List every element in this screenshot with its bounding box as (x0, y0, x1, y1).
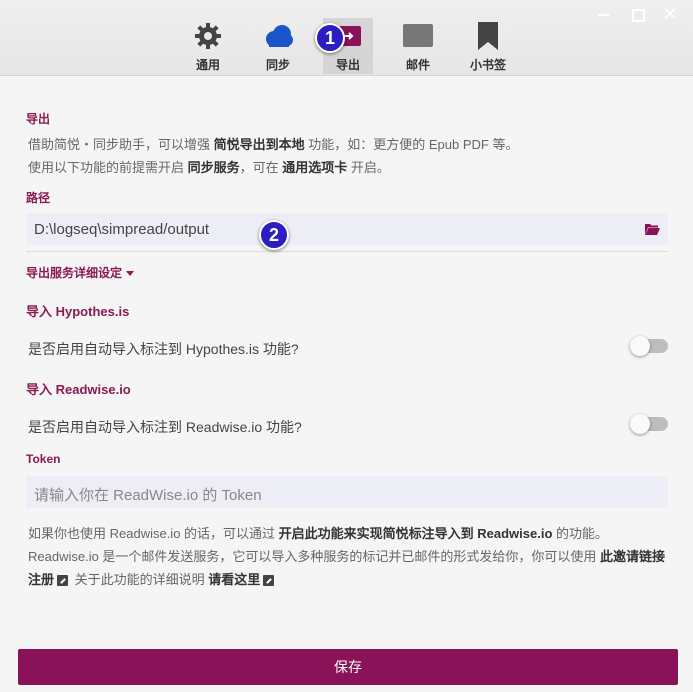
token-placeholder: 请输入你在 ReadWise.io 的 Token (34, 487, 262, 504)
tab-label: 通用 (195, 58, 220, 72)
caret-down-icon (126, 271, 135, 277)
token-label: Token (26, 452, 61, 466)
step-badge: 1 (315, 23, 345, 53)
readwise-info: 如果你也使用 Readwise.io 的话，可以通过 开启此功能来实现简悦标注导… (28, 526, 666, 587)
step-badge: 2 (259, 220, 289, 250)
tab-label: 导出 (335, 58, 360, 72)
tab-label: 邮件 (405, 58, 430, 72)
bookmark-icon (478, 22, 498, 50)
path-label: 路径 (26, 191, 51, 205)
hypothesis-question: 是否启用自动导入标注到 Hypothes.is 功能? (28, 341, 299, 357)
details-link[interactable]: 请看这里 (208, 572, 260, 587)
divider (26, 251, 668, 252)
maximize-button[interactable] (628, 6, 648, 22)
save-button[interactable]: 保存 (18, 649, 678, 685)
tab-mail[interactable]: 邮件 (393, 18, 443, 74)
path-value: D:\logseq\simpread/output (34, 221, 210, 238)
mail-icon (403, 24, 433, 47)
toolbar: ✕ 通用 同步 导出 邮件 小书签 (0, 0, 693, 76)
tab-general[interactable]: 通用 (183, 18, 233, 74)
tab-label: 同步 (265, 58, 290, 72)
external-link-icon (57, 575, 69, 587)
hypothesis-toggle[interactable] (630, 336, 668, 356)
toggle-knob (630, 414, 650, 434)
readwise-section-title: 导入 Readwise.io (26, 382, 131, 397)
readwise-question: 是否启用自动导入标注到 Readwise.io 功能? (28, 419, 302, 435)
export-description: 借助简悦・同步助手，可以增强 简悦导出到本地 功能，如：更方便的 Epub PD… (28, 137, 519, 152)
toggle-knob (630, 336, 650, 356)
tab-bookmark[interactable]: 小书签 (463, 18, 513, 74)
external-link-icon (263, 575, 275, 587)
close-button[interactable]: ✕ (660, 5, 680, 23)
export-requirement: 使用以下功能的前提需开启 同步服务，可在 通用选项卡 开启。 (28, 160, 390, 175)
cloud-icon (266, 25, 293, 47)
minimize-button[interactable] (594, 6, 614, 22)
tab-sync[interactable]: 同步 (253, 18, 303, 74)
tab-label: 小书签 (469, 58, 506, 72)
folder-open-icon[interactable] (645, 223, 660, 235)
token-input[interactable]: 请输入你在 ReadWise.io 的 Token (26, 476, 668, 508)
gear-icon (195, 23, 221, 49)
export-section-title: 导出 (26, 112, 51, 126)
export-details-toggle[interactable]: 导出服务详细设定 (26, 264, 135, 281)
export-details-label: 导出服务详细设定 (26, 266, 123, 280)
readwise-toggle[interactable] (630, 414, 668, 434)
path-input[interactable]: D:\logseq\simpread/output (26, 213, 668, 245)
hypothesis-section-title: 导入 Hypothes.is (26, 304, 130, 319)
